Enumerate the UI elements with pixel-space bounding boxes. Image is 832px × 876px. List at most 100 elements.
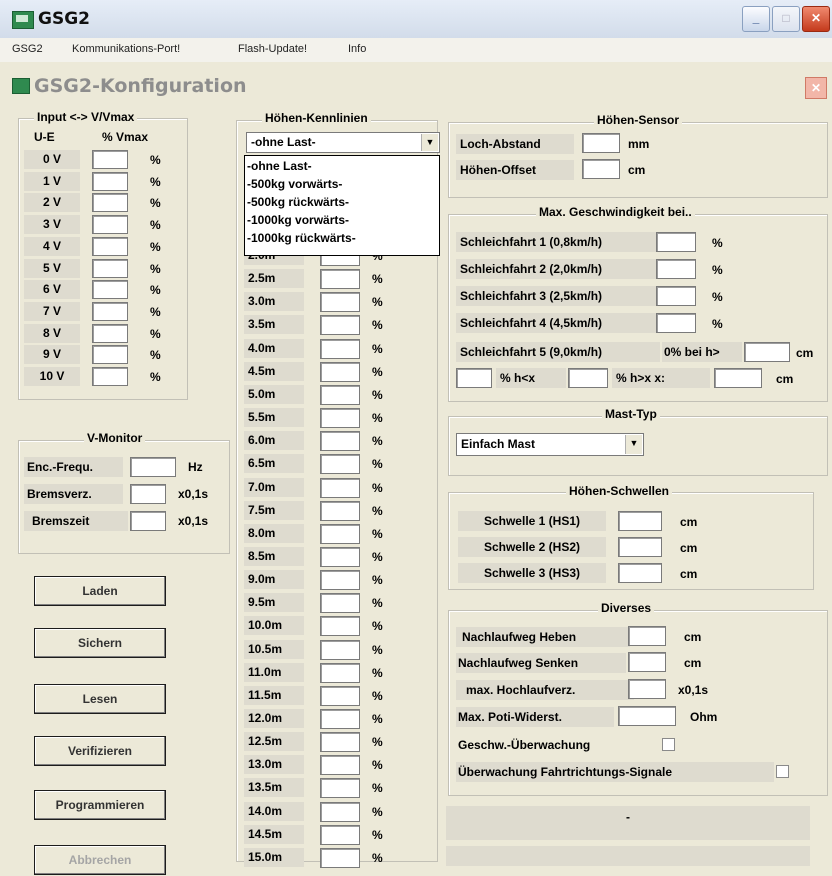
kennlinie-row-field[interactable] bbox=[320, 593, 360, 614]
kennlinie-row-field[interactable] bbox=[320, 732, 360, 753]
schwelle-row-field[interactable] bbox=[618, 511, 662, 531]
kennlinie-row-field[interactable] bbox=[320, 315, 360, 336]
kennlinie-row-field[interactable] bbox=[320, 755, 360, 776]
input-row-field[interactable] bbox=[92, 171, 128, 191]
kennlinien-select-value: -ohne Last- bbox=[251, 135, 316, 149]
dialog-title-bar: GSG2-Konfiguration bbox=[0, 70, 832, 102]
kennlinie-row-label: 10.5m bbox=[244, 639, 304, 659]
kennlinie-row-field[interactable] bbox=[320, 523, 360, 544]
input-row-field[interactable] bbox=[92, 193, 128, 213]
masttyp-select-value: Einfach Mast bbox=[461, 437, 536, 451]
kennlinie-row-field[interactable] bbox=[320, 709, 360, 729]
col-ue: U-E bbox=[34, 130, 55, 144]
dialog-close-button[interactable]: ✕ bbox=[805, 77, 827, 99]
option-500kg-rueckwaerts[interactable]: -500kg rückwärts- bbox=[247, 195, 349, 209]
kennlinie-row-field[interactable] bbox=[320, 384, 360, 405]
input-row-label: 0 V bbox=[24, 150, 80, 169]
option-ohne-last[interactable]: -ohne Last- bbox=[247, 159, 312, 173]
menu-info[interactable]: Info bbox=[348, 43, 366, 55]
kennlinie-row-field[interactable] bbox=[320, 361, 360, 382]
schleichfahrt-row-field[interactable] bbox=[656, 232, 696, 252]
kennlinie-row-label: 3.0m bbox=[244, 292, 304, 312]
nachlaufweg-senken-input[interactable] bbox=[628, 652, 666, 672]
nachlaufweg-heben-input[interactable] bbox=[628, 626, 666, 646]
option-1000kg-vorwaerts[interactable]: -1000kg vorwärts- bbox=[247, 213, 349, 227]
kennlinie-row-field[interactable] bbox=[320, 616, 360, 637]
hoehen-offset-input[interactable] bbox=[582, 159, 620, 179]
kennlinie-row-label: 6.0m bbox=[244, 431, 304, 451]
menu-gsg2[interactable]: GSG2 bbox=[12, 43, 43, 55]
enc-frequ-input[interactable] bbox=[130, 457, 176, 477]
schleichfahrt-row-field[interactable] bbox=[656, 286, 696, 306]
abbrechen-button[interactable]: Abbrechen bbox=[34, 845, 166, 875]
kennlinie-row-unit: % bbox=[372, 781, 383, 796]
masttyp-select[interactable]: Einfach Mast ▼ bbox=[456, 433, 644, 456]
poti-widerst-input[interactable] bbox=[618, 706, 676, 726]
lesen-button[interactable]: Lesen bbox=[34, 684, 166, 714]
kennlinie-row-label: 13.0m bbox=[244, 755, 304, 775]
kennlinie-row-field[interactable] bbox=[320, 454, 360, 475]
chevron-down-icon[interactable]: ▼ bbox=[421, 134, 438, 151]
laden-button[interactable]: Laden bbox=[34, 576, 166, 606]
schwelle-row-field[interactable] bbox=[618, 537, 662, 557]
input-row-unit: % bbox=[150, 348, 161, 363]
kennlinie-row-field[interactable] bbox=[320, 778, 360, 799]
app-icon bbox=[12, 11, 34, 29]
kennlinie-row-field[interactable] bbox=[320, 847, 360, 868]
schwelle-row-field[interactable] bbox=[618, 563, 662, 583]
menu-flash-update[interactable]: Flash-Update! bbox=[238, 43, 307, 55]
chevron-down-icon[interactable]: ▼ bbox=[625, 435, 642, 454]
input-row-field[interactable] bbox=[92, 367, 128, 386]
verifizieren-button[interactable]: Verifizieren bbox=[34, 736, 166, 766]
programmieren-button[interactable]: Programmieren bbox=[34, 790, 166, 820]
kennlinie-row-field[interactable] bbox=[320, 477, 360, 498]
kennlinie-row-field[interactable] bbox=[320, 546, 360, 567]
kennlinie-row-field[interactable] bbox=[320, 824, 360, 845]
option-500kg-vorwaerts[interactable]: -500kg vorwärts- bbox=[247, 177, 342, 191]
option-1000kg-rueckwaerts[interactable]: -1000kg rückwärts- bbox=[247, 231, 356, 245]
geschw-ueberwachung-checkbox[interactable] bbox=[662, 738, 675, 751]
kennlinie-row-label: 9.0m bbox=[244, 570, 304, 590]
schleichfahrt-5-input[interactable] bbox=[744, 342, 790, 362]
input-row-field[interactable] bbox=[92, 150, 128, 169]
menu-kommunikations-port[interactable]: Kommunikations-Port! bbox=[72, 43, 180, 55]
loch-abstand-label: Loch-Abstand bbox=[456, 134, 574, 154]
kennlinie-row-field[interactable] bbox=[320, 431, 360, 452]
close-button[interactable]: ✕ bbox=[802, 6, 830, 32]
kennlinien-select[interactable]: -ohne Last- ▼ bbox=[246, 132, 440, 153]
x-value-input[interactable] bbox=[714, 368, 762, 388]
h-less-x-input[interactable] bbox=[456, 368, 492, 388]
h-greater-x-input[interactable] bbox=[568, 368, 608, 388]
kennlinie-row-field[interactable] bbox=[320, 292, 360, 313]
bremsverz-label: Bremsverz. bbox=[24, 484, 123, 504]
kennlinie-row-field[interactable] bbox=[320, 338, 360, 359]
input-row-field[interactable] bbox=[92, 323, 128, 343]
kennlinie-row-field[interactable] bbox=[320, 408, 360, 429]
schleichfahrt-row-field[interactable] bbox=[656, 259, 696, 279]
input-row-field[interactable] bbox=[92, 215, 128, 235]
input-row-field[interactable] bbox=[92, 280, 128, 300]
minimize-button[interactable]: _ bbox=[742, 6, 770, 32]
kennlinie-row-field[interactable] bbox=[320, 269, 360, 290]
schleichfahrt-row-field[interactable] bbox=[656, 313, 696, 333]
input-row-field[interactable] bbox=[92, 236, 128, 256]
kennlinie-row-field[interactable] bbox=[320, 570, 360, 591]
input-row-field[interactable] bbox=[92, 301, 128, 321]
bremsverz-input[interactable] bbox=[130, 484, 166, 504]
kennlinie-row-field[interactable] bbox=[320, 500, 360, 521]
loch-abstand-input[interactable] bbox=[582, 133, 620, 153]
kennlinie-row-field[interactable] bbox=[320, 639, 360, 660]
kennlinie-row-unit: % bbox=[372, 688, 383, 703]
kennlinie-row-field[interactable] bbox=[320, 685, 360, 706]
input-row-field[interactable] bbox=[92, 345, 128, 365]
fahrtrichtung-checkbox[interactable] bbox=[776, 765, 789, 778]
kennlinie-row-label: 11.0m bbox=[244, 662, 304, 682]
input-row-field[interactable] bbox=[92, 258, 128, 278]
kennlinie-row-field[interactable] bbox=[320, 801, 360, 822]
sichern-button[interactable]: Sichern bbox=[34, 628, 166, 658]
bremszeit-input[interactable] bbox=[130, 511, 166, 531]
hochlaufverz-input[interactable] bbox=[628, 679, 666, 699]
kennlinie-row-field[interactable] bbox=[320, 662, 360, 683]
kennlinie-row-label: 3.5m bbox=[244, 315, 304, 335]
maximize-button[interactable]: □ bbox=[772, 6, 800, 32]
